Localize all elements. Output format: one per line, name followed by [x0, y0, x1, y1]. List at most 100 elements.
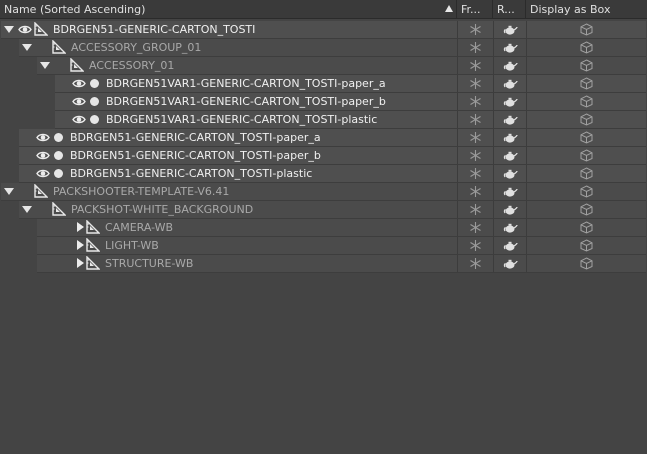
snowflake-icon[interactable]: [469, 149, 482, 162]
tree-row-label[interactable]: BDRGEN51-GENERIC-CARTON_TOSTI-paper_b: [70, 147, 321, 164]
tree-row-label[interactable]: BDRGEN51VAR1-GENERIC-CARTON_TOSTI-paper_…: [106, 93, 386, 110]
snowflake-icon[interactable]: [469, 239, 482, 252]
visibility-eye-icon[interactable]: [36, 149, 50, 162]
tree-row-label[interactable]: BDRGEN51VAR1-GENERIC-CARTON_TOSTI-paper_…: [106, 75, 386, 92]
tree-row-light-wb[interactable]: LIGHT-WB: [0, 237, 647, 255]
tree-row-label[interactable]: ACCESSORY_01: [89, 57, 174, 74]
teapot-icon[interactable]: [503, 95, 518, 108]
visibility-eye-icon[interactable]: [72, 113, 86, 126]
snowflake-icon[interactable]: [469, 41, 482, 54]
snowflake-icon[interactable]: [469, 131, 482, 144]
tree-row-accessory-01[interactable]: ACCESSORY_01: [0, 57, 647, 75]
column-divider: [526, 201, 527, 218]
tree-row-bdrgen51var1-generic-carton-tosti-plastic[interactable]: BDRGEN51VAR1-GENERIC-CARTON_TOSTI-plasti…: [0, 111, 647, 129]
teapot-icon[interactable]: [503, 23, 518, 36]
column-header-display-as-box[interactable]: Display as Box: [526, 0, 647, 19]
column-divider: [493, 255, 494, 272]
box-icon[interactable]: [580, 59, 593, 72]
visibility-eye-icon[interactable]: [36, 131, 50, 144]
teapot-icon[interactable]: [503, 203, 518, 216]
tree-row-label[interactable]: CAMERA-WB: [105, 219, 173, 236]
collapse-arrow-icon[interactable]: [4, 26, 14, 33]
snowflake-icon[interactable]: [469, 77, 482, 90]
tree-row-label[interactable]: LIGHT-WB: [105, 237, 159, 254]
snowflake-icon[interactable]: [469, 95, 482, 108]
snowflake-icon[interactable]: [469, 185, 482, 198]
visibility-eye-icon[interactable]: [36, 167, 50, 180]
tree-row-bdrgen51var1-generic-carton-tosti-paper-a[interactable]: BDRGEN51VAR1-GENERIC-CARTON_TOSTI-paper_…: [0, 75, 647, 93]
tree-row-bdrgen51-generic-carton-tosti[interactable]: BDRGEN51-GENERIC-CARTON_TOSTI: [0, 21, 647, 39]
box-icon[interactable]: [580, 41, 593, 54]
tree-row-accessory-group-01[interactable]: ACCESSORY_GROUP_01: [0, 39, 647, 57]
object-dot-icon: [90, 79, 99, 88]
teapot-icon[interactable]: [503, 131, 518, 144]
tree-row-bdrgen51var1-generic-carton-tosti-paper-b[interactable]: BDRGEN51VAR1-GENERIC-CARTON_TOSTI-paper_…: [0, 93, 647, 111]
tree-row-label[interactable]: BDRGEN51VAR1-GENERIC-CARTON_TOSTI-plasti…: [106, 111, 377, 128]
teapot-icon[interactable]: [503, 185, 518, 198]
collapse-arrow-icon[interactable]: [22, 44, 32, 51]
box-icon[interactable]: [580, 239, 593, 252]
expand-arrow-icon[interactable]: [77, 240, 84, 250]
tree-row-bdrgen51-generic-carton-tosti-paper-b[interactable]: BDRGEN51-GENERIC-CARTON_TOSTI-paper_b: [0, 147, 647, 165]
teapot-icon[interactable]: [503, 167, 518, 180]
box-icon[interactable]: [580, 149, 593, 162]
teapot-icon[interactable]: [503, 59, 518, 72]
teapot-icon[interactable]: [503, 257, 518, 270]
snowflake-icon[interactable]: [469, 167, 482, 180]
column-divider: [526, 57, 527, 74]
bone-icon: [85, 219, 101, 235]
tree-row-label[interactable]: BDRGEN51-GENERIC-CARTON_TOSTI-paper_a: [70, 129, 321, 146]
box-icon[interactable]: [580, 221, 593, 234]
column-header-freeze-label: Fr...: [461, 3, 481, 16]
column-header-name-label: Name (Sorted Ascending): [4, 3, 146, 16]
snowflake-icon[interactable]: [469, 257, 482, 270]
visibility-eye-icon[interactable]: [72, 77, 86, 90]
collapse-arrow-icon[interactable]: [4, 188, 14, 195]
tree-row-label[interactable]: PACKSHOOTER-TEMPLATE-V6.41: [53, 183, 229, 200]
column-header-render[interactable]: R...: [493, 0, 526, 19]
tree-row-camera-wb[interactable]: CAMERA-WB: [0, 219, 647, 237]
tree-row-label[interactable]: BDRGEN51-GENERIC-CARTON_TOSTI: [53, 21, 255, 38]
teapot-icon[interactable]: [503, 221, 518, 234]
column-header-freeze[interactable]: Fr...: [457, 0, 493, 19]
box-icon[interactable]: [580, 257, 593, 270]
column-divider: [526, 111, 527, 128]
teapot-icon[interactable]: [503, 149, 518, 162]
teapot-icon[interactable]: [503, 77, 518, 90]
box-icon[interactable]: [580, 131, 593, 144]
tree-row-structure-wb[interactable]: STRUCTURE-WB: [0, 255, 647, 273]
object-dot-icon: [54, 169, 63, 178]
expand-arrow-icon[interactable]: [77, 222, 84, 232]
teapot-icon[interactable]: [503, 41, 518, 54]
column-header-name[interactable]: Name (Sorted Ascending): [0, 0, 457, 19]
tree-row-label[interactable]: ACCESSORY_GROUP_01: [71, 39, 201, 56]
box-icon[interactable]: [580, 77, 593, 90]
tree-row-bdrgen51-generic-carton-tosti-plastic[interactable]: BDRGEN51-GENERIC-CARTON_TOSTI-plastic: [0, 165, 647, 183]
column-divider: [457, 183, 458, 200]
tree-row-packshot-white-background[interactable]: PACKSHOT-WHITE_BACKGROUND: [0, 201, 647, 219]
scene-explorer-tree: BDRGEN51-GENERIC-CARTON_TOSTI ACCESSORY_G…: [0, 21, 647, 273]
collapse-arrow-icon[interactable]: [40, 62, 50, 69]
tree-row-label[interactable]: BDRGEN51-GENERIC-CARTON_TOSTI-plastic: [70, 165, 312, 182]
box-icon[interactable]: [580, 113, 593, 126]
teapot-icon[interactable]: [503, 113, 518, 126]
collapse-arrow-icon[interactable]: [22, 206, 32, 213]
tree-row-packshooter-template-v6-41[interactable]: PACKSHOOTER-TEMPLATE-V6.41: [0, 183, 647, 201]
snowflake-icon[interactable]: [469, 23, 482, 36]
tree-row-label[interactable]: PACKSHOT-WHITE_BACKGROUND: [71, 201, 253, 218]
box-icon[interactable]: [580, 185, 593, 198]
visibility-eye-icon[interactable]: [72, 95, 86, 108]
box-icon[interactable]: [580, 95, 593, 108]
visibility-eye-icon[interactable]: [18, 23, 32, 36]
box-icon[interactable]: [580, 167, 593, 180]
expand-arrow-icon[interactable]: [77, 258, 84, 268]
snowflake-icon[interactable]: [469, 221, 482, 234]
tree-row-label[interactable]: STRUCTURE-WB: [105, 255, 193, 272]
box-icon[interactable]: [580, 203, 593, 216]
snowflake-icon[interactable]: [469, 203, 482, 216]
teapot-icon[interactable]: [503, 239, 518, 252]
box-icon[interactable]: [580, 23, 593, 36]
tree-row-bdrgen51-generic-carton-tosti-paper-a[interactable]: BDRGEN51-GENERIC-CARTON_TOSTI-paper_a: [0, 129, 647, 147]
snowflake-icon[interactable]: [469, 59, 482, 72]
snowflake-icon[interactable]: [469, 113, 482, 126]
